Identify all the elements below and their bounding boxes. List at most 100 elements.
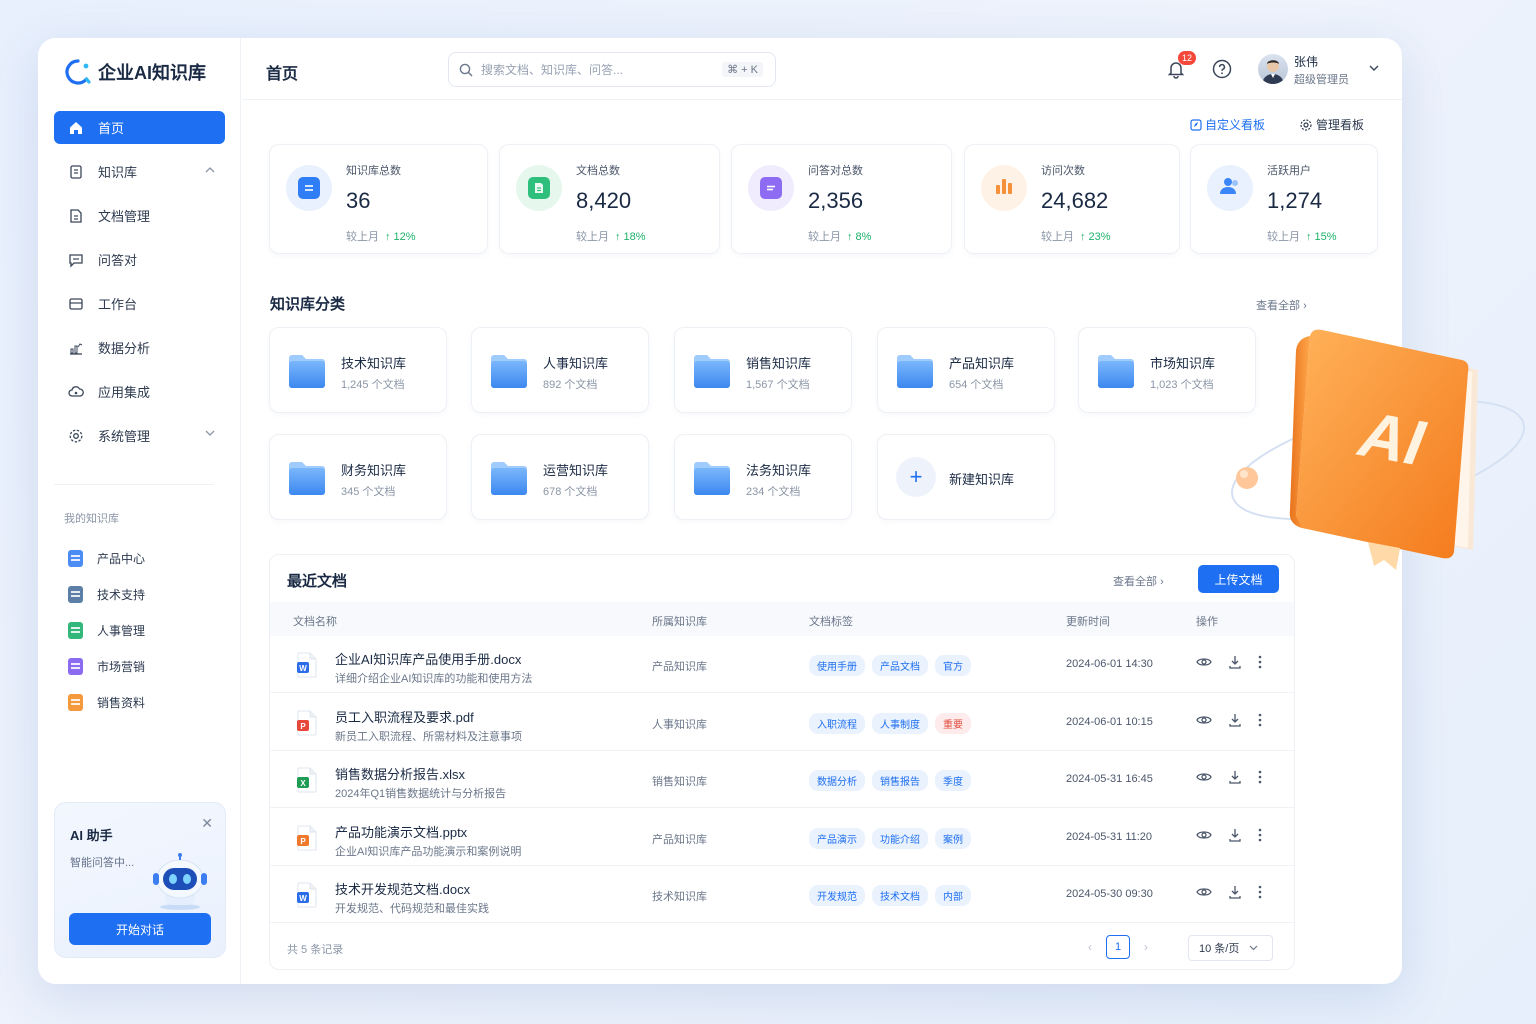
sidebar-item-1[interactable]: 知识库	[54, 155, 225, 188]
kb-card[interactable]: 销售知识库 1,567 个文档	[674, 327, 852, 413]
eye-icon[interactable]	[1196, 714, 1212, 726]
ai-book-illustration: AI	[1230, 329, 1526, 570]
recent-view-all-link[interactable]: 查看全部 ›	[1113, 573, 1164, 589]
sidebar-item-7[interactable]: 系统管理	[54, 419, 225, 452]
page-size-select[interactable]: 10 条/页	[1188, 935, 1273, 961]
stat-card[interactable]: 活跃用户 1,274 较上月 ↑ 15%	[1190, 144, 1378, 254]
table-row[interactable]: X 销售数据分析报告.xlsx 2024年Q1销售数据统计与分析报告 销售知识库…	[270, 751, 1294, 808]
my-kb-list: 产品中心 技术支持 人事管理 市场营销 销售资料	[68, 540, 145, 720]
row-actions	[1196, 770, 1262, 784]
kb-card[interactable]: 财务知识库 345 个文档	[269, 434, 447, 520]
doc-tag[interactable]: 产品演示	[809, 827, 865, 849]
help-icon[interactable]	[1212, 59, 1232, 79]
more-icon[interactable]	[1258, 713, 1262, 727]
eye-icon[interactable]	[1196, 829, 1212, 841]
prev-page-icon[interactable]: ‹	[1088, 940, 1092, 954]
stat-label: 文档总数	[576, 165, 620, 177]
doc-tag[interactable]: 技术文档	[872, 885, 928, 906]
my-kb-item[interactable]: 市场营销	[68, 648, 145, 684]
sidebar-item-6[interactable]: 应用集成	[54, 375, 225, 408]
new-kb-button[interactable]: + 新建知识库	[877, 434, 1055, 520]
more-icon[interactable]	[1258, 655, 1262, 669]
table-row[interactable]: P 产品功能演示文档.pptx 企业AI知识库产品功能演示和案例说明 产品知识库…	[270, 809, 1294, 866]
app-logo[interactable]: 企业AI知识库	[64, 58, 206, 86]
my-kb-item[interactable]: 产品中心	[68, 540, 145, 576]
kb-card[interactable]: 人事知识库 892 个文档	[471, 327, 649, 413]
more-icon[interactable]	[1258, 828, 1262, 842]
doc-tag[interactable]: 官方	[935, 655, 971, 676]
row-actions	[1196, 828, 1262, 842]
kb-card[interactable]: 法务知识库 234 个文档	[674, 434, 852, 520]
stat-card[interactable]: 问答对总数 2,356 较上月 ↑ 8%	[731, 144, 952, 254]
doc-tag[interactable]: 人事制度	[872, 712, 928, 734]
avatar[interactable]	[1258, 54, 1288, 84]
stat-delta: ↑ 8%	[847, 231, 872, 243]
folder-icon	[491, 462, 527, 495]
kb-card-count: 1,023 个文档	[1150, 379, 1214, 391]
close-icon[interactable]: ✕	[201, 815, 213, 832]
doc-tag[interactable]: 季度	[935, 770, 971, 791]
download-icon[interactable]	[1228, 655, 1242, 669]
stat-card[interactable]: 文档总数 8,420 较上月 ↑ 18%	[499, 144, 720, 254]
stat-card[interactable]: 知识库总数 36 较上月 ↑ 12%	[269, 144, 488, 254]
pagination: ‹ 1 ›	[1088, 935, 1148, 959]
doc-tag[interactable]: 销售报告	[872, 770, 928, 791]
sidebar-item-4[interactable]: 工作台	[54, 287, 225, 320]
table-row[interactable]: W 技术开发规范文档.docx 开发规范、代码规范和最佳实践 技术知识库 开发规…	[270, 866, 1294, 923]
eye-icon[interactable]	[1196, 656, 1212, 668]
kb-card[interactable]: 运营知识库 678 个文档	[471, 434, 649, 520]
folder-icon	[694, 355, 730, 388]
svg-text:X: X	[300, 779, 306, 788]
download-icon[interactable]	[1228, 885, 1242, 899]
doc-tag[interactable]: 入职流程	[809, 712, 865, 734]
my-kb-item[interactable]: 技术支持	[68, 576, 145, 612]
recent-view-all-label: 查看全部	[1113, 576, 1157, 588]
doc-name[interactable]: 产品功能演示文档.pptx	[335, 822, 467, 841]
eye-icon[interactable]	[1196, 886, 1212, 898]
start-chat-button[interactable]: 开始对话	[69, 913, 211, 945]
customize-dashboard-link[interactable]: 自定义看板	[1190, 116, 1265, 133]
stat-icon	[760, 177, 782, 199]
doc-name[interactable]: 技术开发规范文档.docx	[335, 879, 470, 898]
stat-card[interactable]: 访问次数 24,682 较上月 ↑ 23%	[964, 144, 1180, 254]
download-icon[interactable]	[1228, 770, 1242, 784]
more-icon[interactable]	[1258, 770, 1262, 784]
table-row[interactable]: W 企业AI知识库产品使用手册.docx 详细介绍企业AI知识库的功能和使用方法…	[270, 636, 1294, 693]
doc-tag[interactable]: 内部	[935, 885, 971, 906]
chevron-up-icon[interactable]	[205, 166, 215, 173]
doc-tag[interactable]: 数据分析	[809, 770, 865, 791]
doc-tag[interactable]: 开发规范	[809, 885, 865, 906]
page-1-button[interactable]: 1	[1106, 935, 1130, 959]
kb-card[interactable]: 技术知识库 1,245 个文档	[269, 327, 447, 413]
download-icon[interactable]	[1228, 713, 1242, 727]
doc-tags: 入职流程 人事制度 重要	[809, 712, 971, 734]
my-kb-item[interactable]: 人事管理	[68, 612, 145, 648]
next-page-icon[interactable]: ›	[1144, 940, 1148, 954]
chevron-down-icon[interactable]	[1369, 64, 1379, 72]
my-kb-item[interactable]: 销售资料	[68, 684, 145, 720]
more-icon[interactable]	[1258, 885, 1262, 899]
doc-tag[interactable]: 产品文档	[872, 655, 928, 676]
doc-desc: 开发规范、代码规范和最佳实践	[335, 903, 489, 915]
doc-name[interactable]: 员工入职流程及要求.pdf	[335, 707, 474, 726]
doc-tag[interactable]: 功能介绍	[872, 827, 928, 849]
doc-tag[interactable]: 案例	[935, 827, 971, 849]
sidebar-item-3[interactable]: 问答对	[54, 243, 225, 276]
table-row[interactable]: P 员工入职流程及要求.pdf 新员工入职流程、所需材料及注意事项 人事知识库 …	[270, 694, 1294, 751]
page-title: 首页	[266, 66, 299, 83]
kb-view-all-link[interactable]: 查看全部 ›	[1256, 297, 1307, 313]
download-icon[interactable]	[1228, 828, 1242, 842]
doc-tag[interactable]: 使用手册	[809, 655, 865, 676]
sidebar-item-5[interactable]: 数据分析	[54, 331, 225, 364]
eye-icon[interactable]	[1196, 771, 1212, 783]
doc-name[interactable]: 企业AI知识库产品使用手册.docx	[335, 649, 521, 668]
stat-compare-label: 较上月	[576, 231, 609, 243]
sidebar-item-2[interactable]: 文档管理	[54, 199, 225, 232]
doc-name[interactable]: 销售数据分析报告.xlsx	[335, 764, 465, 783]
kb-card[interactable]: 产品知识库 654 个文档	[877, 327, 1055, 413]
search-input[interactable]: 搜索文档、知识库、问答... ⌘ + K	[448, 52, 776, 87]
sidebar-item-0[interactable]: 首页	[54, 111, 225, 144]
chevron-down-icon[interactable]	[205, 430, 215, 437]
manage-dashboard-link[interactable]: 管理看板	[1299, 116, 1364, 133]
doc-tag[interactable]: 重要	[935, 712, 971, 734]
